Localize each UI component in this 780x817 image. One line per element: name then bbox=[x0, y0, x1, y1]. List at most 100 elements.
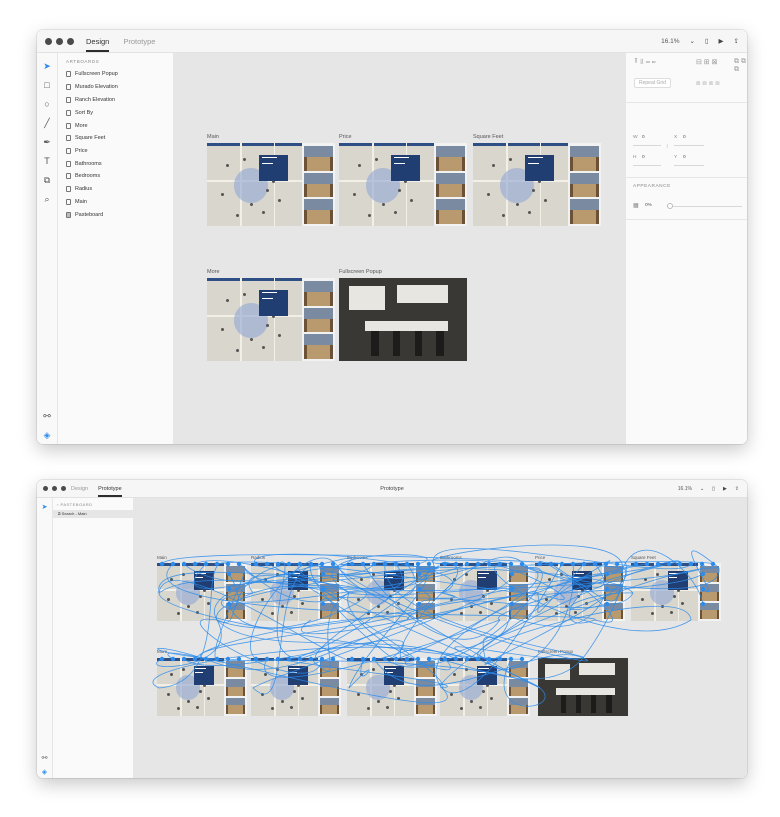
interaction-wire[interactable] bbox=[348, 658, 370, 689]
maximize-window-button[interactable] bbox=[61, 486, 66, 491]
wire-handle[interactable] bbox=[393, 561, 399, 567]
artboard-label-main[interactable]: Main bbox=[207, 134, 219, 140]
wire-handle[interactable] bbox=[382, 656, 388, 662]
wire-handle[interactable] bbox=[170, 561, 176, 567]
wire-handle[interactable] bbox=[570, 561, 576, 567]
symbols-icon[interactable]: ⚯ bbox=[37, 411, 57, 421]
wire-handle[interactable] bbox=[319, 656, 325, 662]
layers-icon[interactable]: ◈ bbox=[37, 430, 57, 440]
wire-handle[interactable] bbox=[330, 561, 336, 567]
wire-handle[interactable] bbox=[453, 656, 459, 662]
wire-handle[interactable] bbox=[508, 656, 514, 662]
wire-handle[interactable] bbox=[225, 656, 231, 662]
wire-handle[interactable] bbox=[519, 656, 525, 662]
wire-handle[interactable] bbox=[559, 561, 565, 567]
wire-handle[interactable] bbox=[604, 571, 610, 577]
wire-handle[interactable] bbox=[415, 561, 421, 567]
layer-item[interactable]: Main bbox=[66, 199, 87, 205]
wire-handle[interactable] bbox=[308, 561, 314, 567]
interaction-wire[interactable] bbox=[503, 658, 546, 707]
wire-handle[interactable] bbox=[464, 561, 470, 567]
wire-handle[interactable] bbox=[688, 561, 694, 567]
wire-handle[interactable] bbox=[214, 561, 220, 567]
layer-item[interactable]: Murado Elevation bbox=[66, 84, 118, 90]
layer-item[interactable]: Fullscreen Popup bbox=[66, 71, 118, 77]
ellipse-icon[interactable]: ○ bbox=[37, 99, 57, 109]
wire-handle[interactable] bbox=[537, 561, 543, 567]
layer-item[interactable]: Square Feet bbox=[66, 135, 105, 141]
wire-handle[interactable] bbox=[442, 656, 448, 662]
artboard-label-fullscreen[interactable]: Fullscreen Popup bbox=[339, 269, 382, 275]
wire-handle[interactable] bbox=[297, 561, 303, 567]
wire-handle[interactable] bbox=[677, 561, 683, 567]
wire-handle[interactable] bbox=[426, 656, 432, 662]
wire-handle[interactable] bbox=[486, 561, 492, 567]
wire-handle[interactable] bbox=[700, 601, 706, 607]
wire-handle[interactable] bbox=[264, 561, 270, 567]
opacity-slider-thumb[interactable] bbox=[667, 203, 673, 209]
wire-handle[interactable] bbox=[508, 561, 514, 567]
wire-handle[interactable] bbox=[644, 561, 650, 567]
wire-handle[interactable] bbox=[475, 561, 481, 567]
wire-handle[interactable] bbox=[404, 561, 410, 567]
layer-item[interactable]: Ranch Elevation bbox=[66, 97, 115, 103]
wire-handle[interactable] bbox=[264, 656, 270, 662]
design-canvas[interactable]: Main Price Square Feet More Fullscreen P… bbox=[174, 53, 625, 444]
share-icon[interactable]: ⇪ bbox=[735, 486, 739, 492]
chevron-down-icon[interactable]: ⌄ bbox=[690, 37, 695, 45]
wire-handle[interactable] bbox=[464, 656, 470, 662]
artboard-more[interactable] bbox=[207, 278, 335, 361]
wire-handle[interactable] bbox=[320, 601, 326, 607]
wire-handle[interactable] bbox=[308, 656, 314, 662]
layers-header[interactable]: ‹ PASTEBOARD bbox=[57, 502, 93, 507]
align-icons[interactable]: ⫪ ⫫ ⫬ ⫭ bbox=[634, 58, 656, 66]
wire-handle[interactable] bbox=[509, 601, 515, 607]
wire-handle[interactable] bbox=[360, 561, 366, 567]
wire-handle[interactable] bbox=[655, 561, 661, 567]
wire-handle[interactable] bbox=[330, 656, 336, 662]
wire-handle[interactable] bbox=[699, 561, 705, 567]
wire-handle[interactable] bbox=[319, 561, 325, 567]
wire-handle[interactable] bbox=[416, 586, 422, 592]
phone-icon[interactable]: ▯ bbox=[705, 37, 709, 45]
pen-icon[interactable]: ✒ bbox=[37, 137, 57, 147]
phone-icon[interactable]: ▯ bbox=[712, 486, 715, 492]
wire-handle[interactable] bbox=[275, 561, 281, 567]
wire-handle[interactable] bbox=[253, 656, 259, 662]
share-icon[interactable]: ⇪ bbox=[734, 37, 739, 45]
minimize-window-button[interactable] bbox=[52, 486, 57, 491]
wire-handle[interactable] bbox=[710, 561, 716, 567]
wire-handle[interactable] bbox=[497, 656, 503, 662]
wire-handle[interactable] bbox=[236, 656, 242, 662]
artboard-label-price[interactable]: Price bbox=[339, 134, 352, 140]
wire-handle[interactable] bbox=[581, 561, 587, 567]
layer-item[interactable]: Radius bbox=[66, 186, 92, 192]
wire-handle[interactable] bbox=[509, 586, 515, 592]
wire-handle[interactable] bbox=[442, 561, 448, 567]
prototype-canvas[interactable]: Main Radius Bedrooms Bathrooms Price Squ… bbox=[134, 498, 747, 778]
layer-item[interactable]: Sort By bbox=[66, 110, 93, 116]
wire-handle[interactable] bbox=[214, 656, 220, 662]
wire-handle[interactable] bbox=[633, 561, 639, 567]
wire-handle[interactable] bbox=[497, 561, 503, 567]
wire-handle[interactable] bbox=[159, 656, 165, 662]
wire-handle[interactable] bbox=[382, 561, 388, 567]
wire-handle[interactable] bbox=[349, 656, 355, 662]
wire-handle[interactable] bbox=[666, 561, 672, 567]
wire-handle[interactable] bbox=[509, 571, 515, 577]
play-icon[interactable]: ▶ bbox=[723, 486, 727, 492]
rectangle-icon[interactable]: □ bbox=[37, 80, 57, 90]
artboard-label-square-feet[interactable]: Square Feet bbox=[473, 134, 503, 140]
wire-handle[interactable] bbox=[700, 586, 706, 592]
wire-handle[interactable] bbox=[320, 571, 326, 577]
wire-handle[interactable] bbox=[203, 656, 209, 662]
layer-item[interactable]: Pasteboard bbox=[66, 212, 103, 218]
wire-handle[interactable] bbox=[226, 601, 232, 607]
wire-handle[interactable] bbox=[226, 586, 232, 592]
wire-handle[interactable] bbox=[548, 561, 554, 567]
play-icon[interactable]: ▶ bbox=[719, 37, 724, 45]
text-icon[interactable]: T bbox=[37, 156, 57, 166]
artboard-main[interactable] bbox=[207, 143, 335, 226]
wire-handle[interactable] bbox=[614, 561, 620, 567]
artboard-fullscreen-popup[interactable] bbox=[339, 278, 467, 361]
